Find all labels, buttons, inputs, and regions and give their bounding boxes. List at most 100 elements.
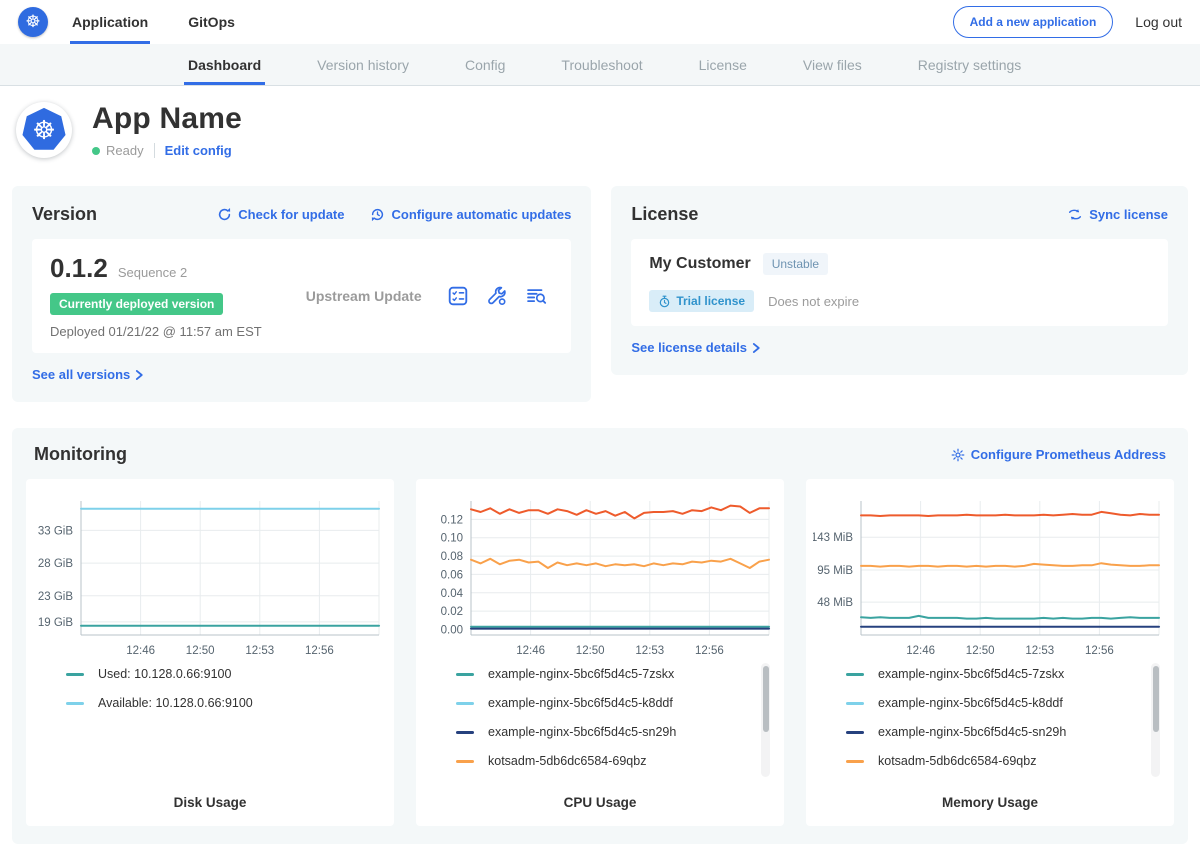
svg-text:12:56: 12:56 [1085, 645, 1114, 657]
svg-text:143 MiB: 143 MiB [813, 532, 853, 544]
svg-text:28 GiB: 28 GiB [38, 558, 73, 570]
deployed-timestamp: Deployed 01/21/22 @ 11:57 am EST [50, 324, 280, 339]
svg-text:12:56: 12:56 [695, 645, 724, 657]
page-title: App Name [92, 102, 242, 136]
legend-scrollbar[interactable] [1151, 663, 1160, 777]
legend-swatch [456, 731, 474, 734]
tab-registry-settings[interactable]: Registry settings [918, 44, 1021, 85]
kubernetes-logo[interactable]: ☸ [18, 0, 48, 44]
legend-scrollbar[interactable] [761, 663, 770, 777]
legend-item: Used: 10.128.0.66:9100 [66, 667, 362, 681]
svg-text:19 GiB: 19 GiB [38, 617, 73, 629]
add-new-application-button[interactable]: Add a new application [953, 6, 1114, 38]
current-version-row: 0.1.2 Sequence 2 Currently deployed vers… [32, 239, 571, 353]
legend-item: kotsadm-5db6dc6584-69qbz [456, 754, 752, 768]
status-text: Ready [106, 143, 144, 158]
disk-usage-title: Disk Usage [32, 785, 388, 810]
svg-text:12:53: 12:53 [245, 645, 274, 657]
schedule-icon [370, 207, 385, 222]
svg-text:12:50: 12:50 [966, 645, 995, 657]
legend-label: example-nginx-5bc6f5d4c5-7zskx [488, 667, 674, 681]
tab-view-files[interactable]: View files [803, 44, 862, 85]
svg-text:0.10: 0.10 [441, 533, 463, 545]
svg-text:12:56: 12:56 [305, 645, 334, 657]
gear-icon [951, 448, 965, 462]
legend-item: example-nginx-5bc6f5d4c5-sn29h [456, 725, 752, 739]
legend-label: example-nginx-5bc6f5d4c5-k8ddf [488, 696, 673, 710]
svg-text:12:53: 12:53 [635, 645, 664, 657]
logout-link[interactable]: Log out [1135, 14, 1182, 30]
legend-swatch [846, 702, 864, 705]
see-license-details-link[interactable]: See license details [631, 340, 761, 355]
tab-license[interactable]: License [699, 44, 747, 85]
legend-label: example-nginx-5bc6f5d4c5-sn29h [878, 725, 1066, 739]
configure-automatic-updates-link[interactable]: Configure automatic updates [370, 207, 571, 222]
tab-troubleshoot[interactable]: Troubleshoot [561, 44, 642, 85]
edit-config-link[interactable]: Edit config [165, 143, 232, 158]
legend-item: example-nginx-5bc6f5d4c5-k8ddf [456, 696, 752, 710]
memory-usage-legend: example-nginx-5bc6f5d4c5-7zskxexample-ng… [846, 667, 1142, 768]
config-wrench-icon[interactable] [486, 285, 508, 307]
tab-gitops[interactable]: GitOps [186, 0, 237, 44]
legend-swatch [456, 673, 474, 676]
legend-label: kotsadm-5db6dc6584-69qbz [878, 754, 1036, 768]
chevron-right-icon [752, 342, 761, 354]
legend-swatch [456, 760, 474, 763]
legend-item: Available: 10.128.0.66:9100 [66, 696, 362, 710]
svg-text:12:46: 12:46 [516, 645, 545, 657]
version-number: 0.1.2 [50, 253, 108, 284]
legend-label: example-nginx-5bc6f5d4c5-sn29h [488, 725, 676, 739]
memory-usage-chart: 12:4612:5012:5312:5648 MiB95 MiB143 MiB [813, 491, 1167, 661]
tab-application[interactable]: Application [70, 0, 150, 44]
cpu-usage-title: CPU Usage [422, 785, 778, 810]
chevron-right-icon [135, 369, 144, 381]
app-sub-nav: Dashboard Version history Config Trouble… [0, 44, 1200, 86]
app-avatar: ☸ [16, 102, 72, 158]
version-card: Version Check for update Configure autom… [12, 186, 591, 402]
divider [154, 143, 155, 158]
monitoring-section: Monitoring Configure Prometheus Address … [12, 428, 1188, 844]
svg-text:0.02: 0.02 [441, 606, 463, 618]
refresh-icon [217, 207, 232, 222]
svg-text:0.00: 0.00 [441, 624, 463, 636]
svg-text:33 GiB: 33 GiB [38, 525, 73, 537]
sync-license-link[interactable]: Sync license [1067, 207, 1168, 222]
check-for-update-link[interactable]: Check for update [217, 207, 344, 222]
legend-item: example-nginx-5bc6f5d4c5-7zskx [456, 667, 752, 681]
disk-usage-legend: Used: 10.128.0.66:9100 Available: 10.128.… [66, 667, 362, 710]
trial-license-badge: Trial license [649, 290, 754, 312]
see-all-versions-link[interactable]: See all versions [32, 367, 144, 382]
svg-text:95 MiB: 95 MiB [817, 565, 853, 577]
svg-text:12:53: 12:53 [1025, 645, 1054, 657]
svg-text:0.08: 0.08 [441, 551, 463, 563]
legend-scrollbar-thumb[interactable] [1153, 666, 1159, 732]
license-expiry: Does not expire [768, 294, 859, 309]
disk-usage-chart: 12:4612:5012:5312:5619 GiB23 GiB28 GiB33… [33, 491, 387, 661]
svg-text:12:50: 12:50 [186, 645, 215, 657]
legend-swatch [846, 731, 864, 734]
customer-name: My Customer [649, 255, 750, 273]
cpu-usage-chart: 12:4612:5012:5312:560.000.020.040.060.08… [423, 491, 777, 661]
preflight-checks-icon[interactable] [447, 285, 469, 307]
svg-text:0.04: 0.04 [441, 588, 464, 600]
memory-usage-title: Memory Usage [812, 785, 1168, 810]
configure-prometheus-link[interactable]: Configure Prometheus Address [951, 447, 1166, 462]
diff-file-search-icon[interactable] [525, 285, 547, 307]
svg-text:48 MiB: 48 MiB [817, 597, 853, 609]
legend-scrollbar-thumb[interactable] [763, 666, 769, 732]
legend-swatch [66, 673, 84, 676]
license-card: License Sync license My Customer Unstabl… [611, 186, 1188, 375]
app-header: ☸ App Name Ready Edit config [0, 86, 1200, 178]
license-card-title: License [631, 204, 698, 225]
kubernetes-heptagon-icon: ☸ [21, 107, 67, 153]
tab-version-history[interactable]: Version history [317, 44, 409, 85]
svg-text:0.06: 0.06 [441, 569, 463, 581]
tab-dashboard[interactable]: Dashboard [188, 44, 261, 85]
tab-config[interactable]: Config [465, 44, 505, 85]
monitoring-title: Monitoring [34, 444, 127, 465]
license-details-row: My Customer Unstable Trial license Does … [631, 239, 1168, 326]
deployed-badge: Currently deployed version [50, 293, 223, 315]
legend-label: Available: 10.128.0.66:9100 [98, 696, 253, 710]
version-card-title: Version [32, 204, 97, 225]
svg-text:12:46: 12:46 [126, 645, 155, 657]
